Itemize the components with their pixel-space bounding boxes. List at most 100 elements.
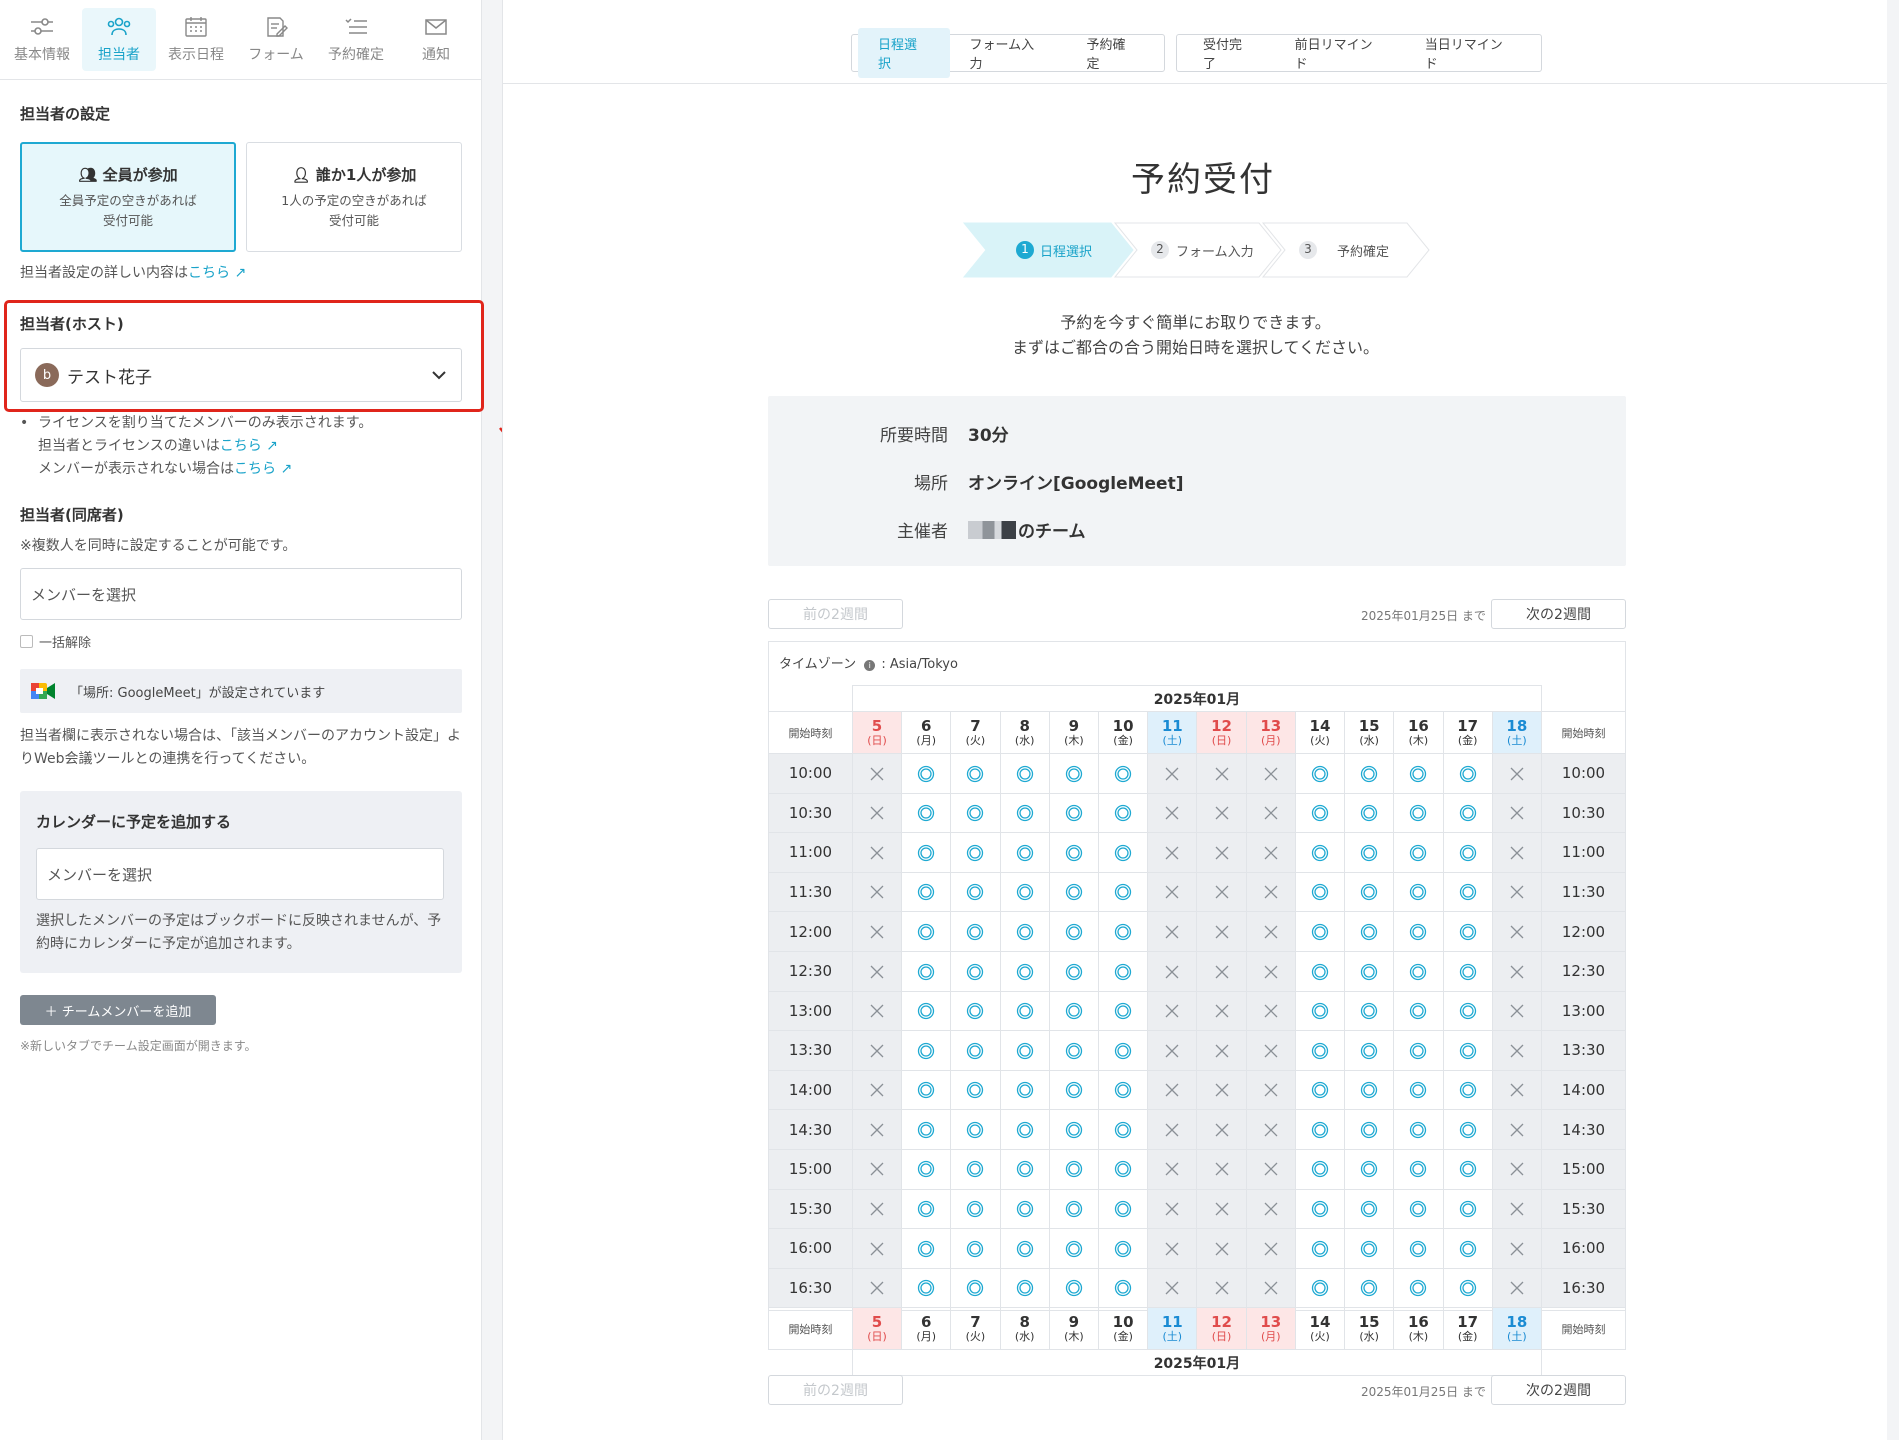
available-slot[interactable] bbox=[1344, 871, 1395, 913]
available-slot[interactable] bbox=[999, 1109, 1050, 1150]
available-slot[interactable] bbox=[950, 753, 1001, 794]
available-slot[interactable] bbox=[1097, 911, 1149, 952]
available-slot[interactable] bbox=[901, 1148, 952, 1190]
available-slot[interactable] bbox=[999, 911, 1050, 952]
available-slot[interactable] bbox=[1442, 990, 1493, 1032]
available-slot[interactable] bbox=[1344, 1148, 1395, 1190]
available-slot[interactable] bbox=[1097, 990, 1149, 1032]
available-slot[interactable] bbox=[1048, 1188, 1099, 1230]
option-any-one[interactable]: 👤︎ 誰か1人が参加 1人の予定の空きがあれば 受付可能 bbox=[246, 142, 462, 252]
next-two-weeks-button[interactable]: 次の2週間 bbox=[1491, 599, 1626, 629]
available-slot[interactable] bbox=[1048, 1069, 1099, 1111]
available-slot[interactable] bbox=[1048, 1109, 1099, 1150]
available-slot[interactable] bbox=[1097, 1030, 1149, 1071]
available-slot[interactable] bbox=[1294, 792, 1346, 834]
step-tab-same-day[interactable]: 当日リマインド bbox=[1405, 28, 1535, 78]
tab-notification[interactable]: 通知 bbox=[396, 0, 476, 79]
prev-two-weeks-button[interactable]: 前の2週間 bbox=[768, 599, 903, 629]
calendar-member-input[interactable]: メンバーを選択 bbox=[36, 848, 444, 900]
available-slot[interactable] bbox=[999, 1030, 1050, 1071]
step-tab-form[interactable]: フォーム入力 bbox=[950, 28, 1067, 78]
tab-confirm[interactable]: 予約確定 bbox=[316, 0, 396, 79]
available-slot[interactable] bbox=[1344, 1030, 1395, 1071]
available-slot[interactable] bbox=[1344, 911, 1395, 952]
available-slot[interactable] bbox=[1393, 1148, 1444, 1190]
available-slot[interactable] bbox=[901, 911, 952, 952]
available-slot[interactable] bbox=[901, 990, 952, 1032]
available-slot[interactable] bbox=[1393, 1109, 1444, 1150]
available-slot[interactable] bbox=[901, 792, 952, 834]
available-slot[interactable] bbox=[1294, 832, 1346, 873]
available-slot[interactable] bbox=[901, 1109, 952, 1150]
available-slot[interactable] bbox=[901, 1267, 952, 1309]
available-slot[interactable] bbox=[1393, 1030, 1444, 1071]
available-slot[interactable] bbox=[1294, 950, 1346, 992]
available-slot[interactable] bbox=[1097, 1109, 1149, 1150]
available-slot[interactable] bbox=[1393, 1267, 1444, 1309]
step-tab-day-before[interactable]: 前日リマインド bbox=[1275, 28, 1405, 78]
available-slot[interactable] bbox=[950, 1069, 1001, 1111]
available-slot[interactable] bbox=[901, 1030, 952, 1071]
available-slot[interactable] bbox=[1097, 950, 1149, 992]
available-slot[interactable] bbox=[1097, 832, 1149, 873]
available-slot[interactable] bbox=[1294, 1267, 1346, 1309]
available-slot[interactable] bbox=[999, 1228, 1050, 1269]
available-slot[interactable] bbox=[901, 1188, 952, 1230]
available-slot[interactable] bbox=[1442, 1148, 1493, 1190]
available-slot[interactable] bbox=[1393, 911, 1444, 952]
available-slot[interactable] bbox=[950, 1148, 1001, 1190]
available-slot[interactable] bbox=[901, 1069, 952, 1111]
available-slot[interactable] bbox=[950, 871, 1001, 913]
available-slot[interactable] bbox=[950, 1188, 1001, 1230]
available-slot[interactable] bbox=[1048, 1148, 1099, 1190]
available-slot[interactable] bbox=[1344, 950, 1395, 992]
available-slot[interactable] bbox=[999, 753, 1050, 794]
available-slot[interactable] bbox=[999, 950, 1050, 992]
available-slot[interactable] bbox=[1442, 832, 1493, 873]
available-slot[interactable] bbox=[1097, 792, 1149, 834]
tab-form[interactable]: フォーム bbox=[236, 0, 316, 79]
available-slot[interactable] bbox=[1344, 1188, 1395, 1230]
available-slot[interactable] bbox=[1344, 753, 1395, 794]
available-slot[interactable] bbox=[1294, 753, 1346, 794]
available-slot[interactable] bbox=[1344, 1109, 1395, 1150]
available-slot[interactable] bbox=[1048, 792, 1099, 834]
available-slot[interactable] bbox=[999, 832, 1050, 873]
available-slot[interactable] bbox=[1344, 1228, 1395, 1269]
available-slot[interactable] bbox=[1294, 1069, 1346, 1111]
available-slot[interactable] bbox=[1393, 990, 1444, 1032]
add-team-member-button[interactable]: ＋ チームメンバーを追加 bbox=[20, 995, 216, 1025]
available-slot[interactable] bbox=[999, 792, 1050, 834]
available-slot[interactable] bbox=[1344, 1069, 1395, 1111]
available-slot[interactable] bbox=[1442, 911, 1493, 952]
available-slot[interactable] bbox=[1393, 1069, 1444, 1111]
available-slot[interactable] bbox=[901, 950, 952, 992]
member-help-link[interactable]: こちら bbox=[234, 461, 276, 477]
available-slot[interactable] bbox=[1393, 792, 1444, 834]
available-slot[interactable] bbox=[950, 1030, 1001, 1071]
available-slot[interactable] bbox=[999, 871, 1050, 913]
available-slot[interactable] bbox=[1294, 1030, 1346, 1071]
available-slot[interactable] bbox=[1442, 1030, 1493, 1071]
available-slot[interactable] bbox=[1393, 871, 1444, 913]
available-slot[interactable] bbox=[1048, 911, 1099, 952]
available-slot[interactable] bbox=[1442, 1069, 1493, 1111]
available-slot[interactable] bbox=[1344, 990, 1395, 1032]
available-slot[interactable] bbox=[901, 871, 952, 913]
tab-basic-info[interactable]: 基本情報 bbox=[2, 0, 82, 79]
available-slot[interactable] bbox=[1344, 792, 1395, 834]
available-slot[interactable] bbox=[901, 753, 952, 794]
available-slot[interactable] bbox=[1294, 1188, 1346, 1230]
step-tab-confirm[interactable]: 予約確定 bbox=[1066, 28, 1158, 78]
available-slot[interactable] bbox=[1393, 1188, 1444, 1230]
available-slot[interactable] bbox=[1048, 1228, 1099, 1269]
available-slot[interactable] bbox=[999, 1148, 1050, 1190]
available-slot[interactable] bbox=[1393, 950, 1444, 992]
available-slot[interactable] bbox=[1344, 832, 1395, 873]
available-slot[interactable] bbox=[999, 1069, 1050, 1111]
available-slot[interactable] bbox=[1294, 871, 1346, 913]
available-slot[interactable] bbox=[950, 950, 1001, 992]
tab-assignee[interactable]: 担当者 bbox=[82, 8, 156, 71]
available-slot[interactable] bbox=[1442, 1228, 1493, 1269]
available-slot[interactable] bbox=[1048, 871, 1099, 913]
